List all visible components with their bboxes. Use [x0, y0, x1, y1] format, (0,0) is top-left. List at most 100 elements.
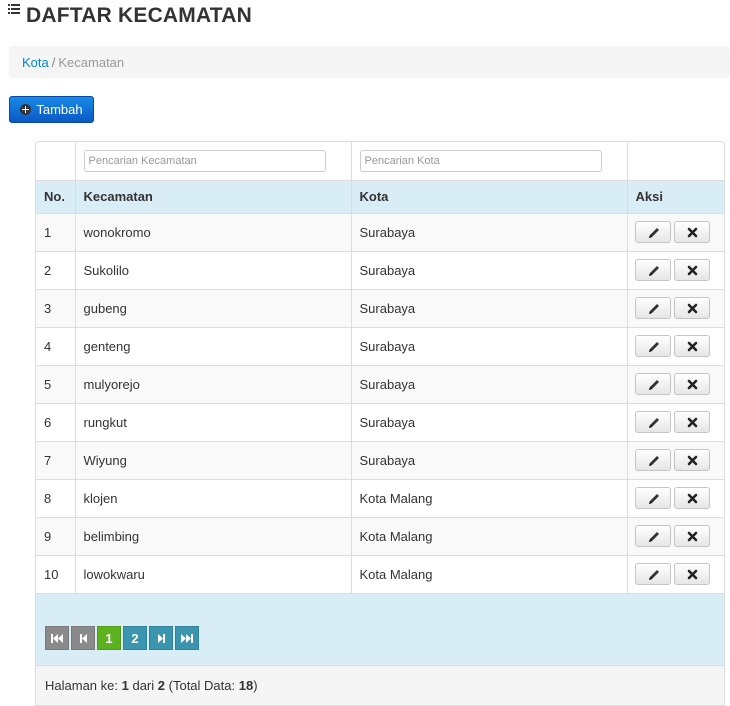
cell-no: 8	[36, 478, 75, 517]
search-kota-input[interactable]	[359, 149, 602, 172]
total-data: 18	[238, 678, 254, 693]
cell-kecamatan: genteng	[74, 326, 351, 365]
next-page-icon	[157, 633, 165, 643]
prev-page-button[interactable]	[71, 626, 95, 650]
close-icon	[687, 303, 697, 314]
column-header-kecamatan[interactable]: Kecamatan	[74, 179, 351, 213]
delete-button[interactable]	[673, 373, 710, 395]
close-icon	[687, 227, 697, 238]
edit-button[interactable]	[634, 259, 671, 281]
cell-no: 4	[36, 326, 75, 365]
cell-kecamatan: Wiyung	[74, 440, 351, 479]
edit-button[interactable]	[634, 449, 671, 471]
page-title: DAFTAR KECAMATAN	[8, 4, 252, 28]
breadcrumb-separator: /	[51, 55, 56, 70]
pencil-icon	[648, 342, 659, 352]
edit-button[interactable]	[634, 373, 671, 395]
table-row: 9 belimbing Kota Malang	[36, 516, 724, 555]
page-2-button[interactable]: 2	[123, 626, 147, 650]
table-row: 8 klojen Kota Malang	[36, 478, 724, 517]
pencil-icon	[648, 494, 659, 504]
list-icon	[8, 4, 20, 14]
table-row: 4 genteng Surabaya	[36, 326, 724, 365]
close-icon	[687, 493, 697, 504]
prev-page-icon	[79, 633, 87, 643]
add-button[interactable]: Tambah	[9, 96, 94, 123]
delete-button[interactable]	[673, 449, 710, 471]
cell-kota: Kota Malang	[350, 516, 627, 555]
pencil-icon	[648, 304, 659, 314]
cell-aksi	[626, 516, 724, 555]
total-pages: 2	[157, 678, 166, 693]
delete-button[interactable]	[673, 411, 710, 433]
pagination-info: Halaman ke: 1 dari 2 (Total Data: 18)	[36, 665, 724, 705]
cell-kota: Surabaya	[350, 326, 627, 365]
pencil-icon	[648, 228, 659, 238]
breadcrumb: Kota / Kecamatan	[9, 46, 730, 78]
first-page-icon	[51, 633, 63, 643]
close-icon	[687, 455, 697, 466]
of-label: dari	[132, 678, 155, 693]
delete-button[interactable]	[673, 221, 710, 243]
cell-kota: Surabaya	[350, 212, 627, 251]
filter-cell-kota	[350, 142, 627, 180]
page-title-text: DAFTAR KECAMATAN	[26, 4, 252, 27]
cell-no: 7	[36, 440, 75, 479]
close-icon	[687, 569, 697, 580]
cell-no: 5	[36, 364, 75, 403]
search-kecamatan-input[interactable]	[83, 149, 326, 172]
filter-cell-empty	[36, 142, 75, 180]
delete-button[interactable]	[673, 563, 710, 586]
delete-button[interactable]	[673, 297, 710, 319]
closing-paren: )	[253, 678, 258, 693]
edit-button[interactable]	[634, 297, 671, 319]
last-page-icon	[181, 633, 193, 643]
delete-button[interactable]	[673, 335, 710, 357]
next-page-button[interactable]	[149, 626, 173, 650]
pencil-icon	[648, 380, 659, 390]
close-icon	[687, 265, 697, 276]
current-page: 1	[121, 678, 129, 693]
cell-no: 1	[36, 212, 75, 251]
cell-aksi	[626, 288, 724, 327]
kecamatan-table: No. Kecamatan Kota Aksi 1wonokromoSuraba…	[35, 141, 725, 706]
edit-button[interactable]	[634, 411, 671, 433]
cell-kota: Surabaya	[350, 250, 627, 289]
cell-aksi	[626, 364, 724, 403]
edit-button[interactable]	[634, 525, 671, 547]
page-label: Halaman ke:	[45, 678, 118, 693]
total-label: (Total Data:	[168, 678, 236, 693]
edit-button[interactable]	[634, 221, 671, 243]
cell-kecamatan: wonokromo	[74, 212, 351, 251]
edit-button[interactable]	[634, 487, 671, 509]
cell-kecamatan: klojen	[74, 478, 351, 517]
pagination: 1 2	[36, 593, 724, 665]
pencil-icon	[648, 456, 659, 466]
delete-button[interactable]	[673, 525, 710, 547]
pencil-icon	[648, 418, 659, 428]
cell-kota: Surabaya	[350, 402, 627, 441]
column-header-no[interactable]: No.	[36, 179, 75, 213]
cell-no: 9	[36, 516, 75, 555]
delete-button[interactable]	[673, 259, 710, 281]
cell-kecamatan: lowokwaru	[74, 554, 351, 593]
table-body: 1 wonokromo Surabaya 2 Sukolilo Surabaya 3 gube…	[36, 212, 724, 593]
pencil-icon	[648, 570, 659, 581]
cell-kecamatan: mulyorejo	[74, 364, 351, 403]
edit-button[interactable]	[634, 563, 671, 586]
cell-aksi	[626, 402, 724, 441]
pencil-icon	[648, 266, 659, 276]
first-page-button[interactable]	[45, 626, 69, 650]
cell-kota: Surabaya	[350, 440, 627, 479]
table-row: 5 mulyorejo Surabaya	[36, 364, 724, 403]
delete-button[interactable]	[673, 487, 710, 509]
close-icon	[687, 531, 697, 542]
edit-button[interactable]	[634, 335, 671, 357]
column-header-kota[interactable]: Kota	[350, 179, 627, 213]
plus-circle-icon	[20, 104, 32, 115]
breadcrumb-link-kota[interactable]: Kota	[22, 55, 49, 70]
cell-aksi	[626, 478, 724, 517]
page-1-button[interactable]: 1	[97, 626, 121, 650]
last-page-button[interactable]	[175, 626, 199, 650]
filter-cell-kecamatan	[74, 142, 351, 180]
